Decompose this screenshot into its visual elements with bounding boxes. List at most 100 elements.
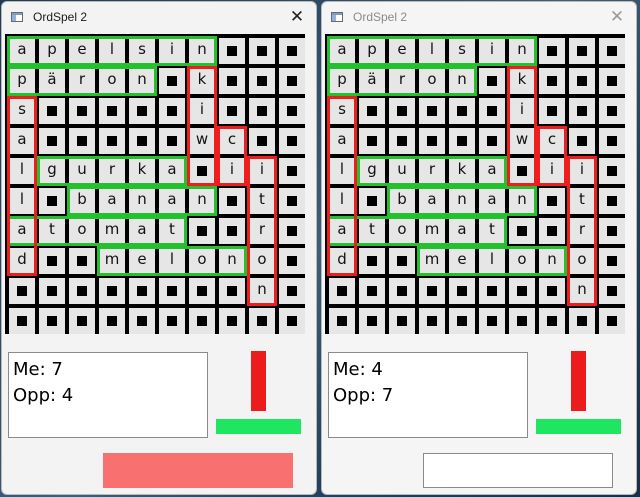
letter-cell[interactable]: l xyxy=(9,158,35,184)
blocked-cell[interactable] xyxy=(359,248,385,274)
letter-cell[interactable]: r xyxy=(69,68,95,94)
letter-cell[interactable]: n xyxy=(249,278,275,304)
blocked-cell[interactable] xyxy=(99,278,125,304)
blocked-cell[interactable] xyxy=(569,308,595,334)
blocked-cell[interactable] xyxy=(389,98,415,124)
letter-cell[interactable]: g xyxy=(359,158,385,184)
blocked-cell[interactable] xyxy=(479,278,505,304)
blocked-cell[interactable] xyxy=(159,68,185,94)
blocked-cell[interactable] xyxy=(449,98,475,124)
letter-cell[interactable]: b xyxy=(69,188,95,214)
blocked-cell[interactable] xyxy=(479,308,505,334)
letter-cell[interactable]: u xyxy=(389,158,415,184)
blocked-cell[interactable] xyxy=(539,38,565,64)
blocked-cell[interactable] xyxy=(189,308,215,334)
letter-cell[interactable]: s xyxy=(9,98,35,124)
letter-cell[interactable]: s xyxy=(329,98,355,124)
blocked-cell[interactable] xyxy=(419,98,445,124)
letter-cell[interactable]: n xyxy=(189,188,215,214)
blocked-cell[interactable] xyxy=(449,308,475,334)
letter-cell[interactable]: w xyxy=(189,128,215,154)
letter-cell[interactable]: a xyxy=(9,38,35,64)
letter-cell[interactable]: a xyxy=(9,128,35,154)
blocked-cell[interactable] xyxy=(39,248,65,274)
letter-cell[interactable]: e xyxy=(69,38,95,64)
blocked-cell[interactable] xyxy=(69,248,95,274)
blocked-cell[interactable] xyxy=(9,278,35,304)
blocked-cell[interactable] xyxy=(99,128,125,154)
letter-cell[interactable]: p xyxy=(359,38,385,64)
letter-cell[interactable]: a xyxy=(419,188,445,214)
letter-cell[interactable]: d xyxy=(329,248,355,274)
letter-cell[interactable]: s xyxy=(449,38,475,64)
blocked-cell[interactable] xyxy=(359,98,385,124)
letter-cell[interactable]: k xyxy=(129,158,155,184)
letter-cell[interactable]: m xyxy=(99,248,125,274)
blocked-cell[interactable] xyxy=(279,278,305,304)
letter-cell[interactable]: t xyxy=(359,218,385,244)
blocked-cell[interactable] xyxy=(249,308,275,334)
letter-cell[interactable]: k xyxy=(189,68,215,94)
letter-cell[interactable]: a xyxy=(329,218,355,244)
letter-cell[interactable]: n xyxy=(509,38,535,64)
blocked-cell[interactable] xyxy=(359,308,385,334)
blocked-cell[interactable] xyxy=(249,38,275,64)
blocked-cell[interactable] xyxy=(279,308,305,334)
letter-cell[interactable]: g xyxy=(39,158,65,184)
blocked-cell[interactable] xyxy=(129,308,155,334)
close-button[interactable]: ✕ xyxy=(288,8,306,26)
blocked-cell[interactable] xyxy=(329,278,355,304)
blocked-cell[interactable] xyxy=(279,98,305,124)
letter-cell[interactable]: n xyxy=(449,188,475,214)
letter-cell[interactable]: o xyxy=(189,248,215,274)
blocked-cell[interactable] xyxy=(539,308,565,334)
blocked-cell[interactable] xyxy=(479,98,505,124)
letter-cell[interactable]: t xyxy=(159,218,185,244)
letter-cell[interactable]: l xyxy=(159,248,185,274)
letter-cell[interactable]: a xyxy=(479,188,505,214)
blocked-cell[interactable] xyxy=(159,308,185,334)
blocked-cell[interactable] xyxy=(219,68,245,94)
letter-cell[interactable]: n xyxy=(569,278,595,304)
letter-cell[interactable]: b xyxy=(389,188,415,214)
letter-cell[interactable]: i xyxy=(569,158,595,184)
blocked-cell[interactable] xyxy=(599,98,625,124)
letter-cell[interactable]: ä xyxy=(39,68,65,94)
letter-cell[interactable]: i xyxy=(219,158,245,184)
blocked-cell[interactable] xyxy=(479,128,505,154)
blocked-cell[interactable] xyxy=(219,308,245,334)
blocked-cell[interactable] xyxy=(509,308,535,334)
blocked-cell[interactable] xyxy=(219,38,245,64)
blocked-cell[interactable] xyxy=(129,278,155,304)
blocked-cell[interactable] xyxy=(599,38,625,64)
letter-cell[interactable]: t xyxy=(39,218,65,244)
blocked-cell[interactable] xyxy=(449,278,475,304)
letter-cell[interactable]: n xyxy=(129,188,155,214)
letter-cell[interactable]: o xyxy=(389,218,415,244)
blocked-cell[interactable] xyxy=(219,188,245,214)
blocked-cell[interactable] xyxy=(599,218,625,244)
letter-cell[interactable]: a xyxy=(129,218,155,244)
blocked-cell[interactable] xyxy=(39,308,65,334)
letter-cell[interactable]: l xyxy=(329,158,355,184)
blocked-cell[interactable] xyxy=(249,98,275,124)
blocked-cell[interactable] xyxy=(279,188,305,214)
blocked-cell[interactable] xyxy=(39,188,65,214)
action-button[interactable] xyxy=(423,453,613,488)
blocked-cell[interactable] xyxy=(419,308,445,334)
letter-cell[interactable]: p xyxy=(9,68,35,94)
blocked-cell[interactable] xyxy=(479,68,505,94)
blocked-cell[interactable] xyxy=(389,248,415,274)
blocked-cell[interactable] xyxy=(539,188,565,214)
blocked-cell[interactable] xyxy=(159,278,185,304)
blocked-cell[interactable] xyxy=(219,218,245,244)
letter-cell[interactable]: n xyxy=(449,68,475,94)
letter-cell[interactable]: o xyxy=(249,248,275,274)
letter-cell[interactable]: a xyxy=(99,188,125,214)
title-bar[interactable]: OrdSpel 2 ✕ xyxy=(322,2,636,33)
letter-cell[interactable]: a xyxy=(449,218,475,244)
letter-cell[interactable]: i xyxy=(189,98,215,124)
blocked-cell[interactable] xyxy=(9,308,35,334)
letter-cell[interactable]: l xyxy=(329,188,355,214)
letter-cell[interactable]: l xyxy=(419,38,445,64)
